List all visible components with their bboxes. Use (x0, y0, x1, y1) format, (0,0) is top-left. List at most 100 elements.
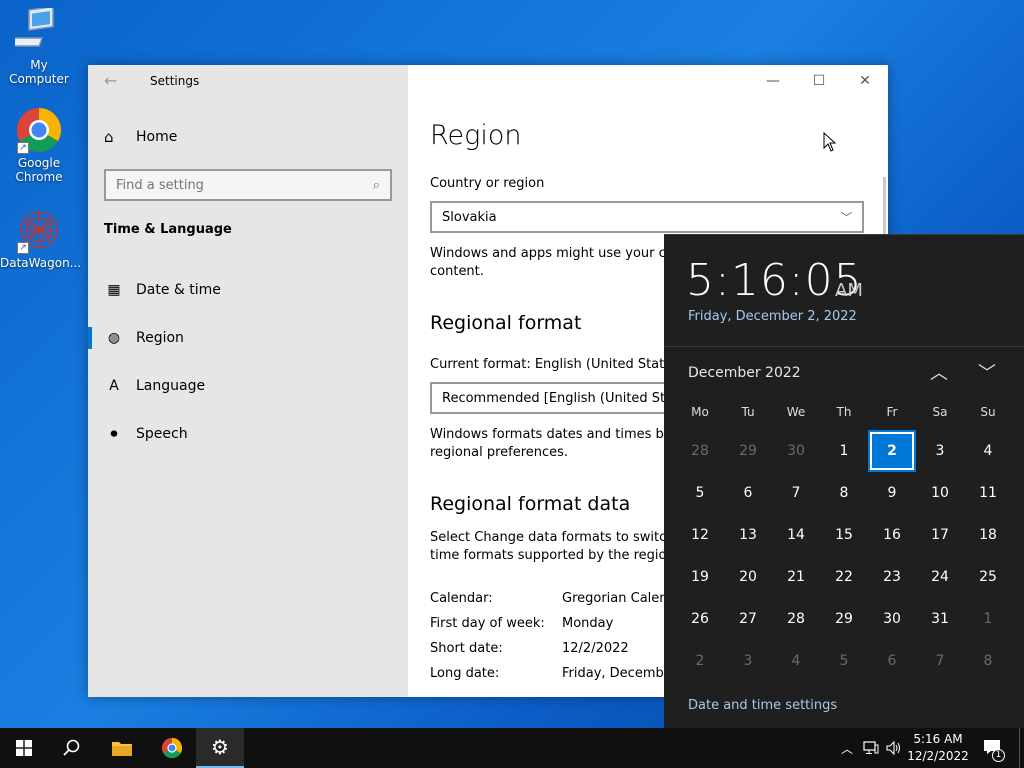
calendar-day[interactable]: 27 (724, 598, 772, 640)
taskbar-settings[interactable]: ⚙ (196, 728, 244, 768)
calendar-day[interactable]: 12 (676, 514, 724, 556)
start-icon (16, 740, 32, 756)
calendar-day[interactable]: 25 (964, 556, 1012, 598)
calendar-day[interactable]: 3 (724, 640, 772, 682)
calendar-day-number: 12 (691, 527, 709, 543)
calendar-day-grid: 28 29 30 1 2 3 4 5 6 7 8 9 10 11 12 13 14 15 16 17 18 19 20 21 2… (676, 430, 1012, 682)
calendar-day[interactable]: 19 (676, 556, 724, 598)
chevron-down-icon: ﹀ (841, 211, 852, 224)
calendar-day[interactable]: 11 (964, 472, 1012, 514)
calendar-day-number: 2 (695, 653, 705, 669)
calendar-day[interactable]: 14 (772, 514, 820, 556)
date-time-settings-link[interactable]: Date and time settings (688, 698, 837, 713)
calendar-day[interactable]: 28 (676, 430, 724, 472)
calendar-day-today[interactable]: 2 (868, 430, 916, 472)
calendar-day[interactable]: 2 (676, 640, 724, 682)
desktop-icon-datawagon[interactable]: ↗ DataWagon... (0, 206, 81, 270)
show-desktop-button[interactable] (1019, 728, 1020, 768)
calendar-day[interactable]: 18 (964, 514, 1012, 556)
sidebar-item-date-time[interactable]: ▦ Date & time (88, 270, 408, 310)
close-button[interactable]: ✕ (842, 65, 888, 97)
mouse-cursor-icon (823, 132, 837, 152)
calendar-day[interactable]: 30 (868, 598, 916, 640)
action-center-button[interactable]: 1 (978, 728, 1008, 768)
weekday-header: Fr (886, 405, 898, 419)
calendar-day[interactable]: 20 (724, 556, 772, 598)
calendar-day[interactable]: 28 (772, 598, 820, 640)
calendar-day[interactable]: 6 (868, 640, 916, 682)
settings-gear-icon: ⚙ (211, 735, 229, 759)
flyout-date-link[interactable]: Friday, December 2, 2022 (688, 309, 857, 324)
calendar-day[interactable]: 23 (868, 556, 916, 598)
file-explorer-icon (112, 742, 132, 756)
calendar-day[interactable]: 1 (820, 430, 868, 472)
taskbar-file-explorer[interactable] (98, 728, 146, 768)
calendar-day-number: 18 (979, 527, 997, 543)
chevron-down-icon[interactable]: ﹀ (978, 359, 996, 385)
format-row-short-date: Short date: 12/2/2022 (430, 641, 629, 656)
desktop-icon-chrome[interactable]: ↗ Google Chrome (0, 106, 78, 184)
calendar-day[interactable]: 24 (916, 556, 964, 598)
sidebar-home[interactable]: ⌂ Home (104, 128, 177, 146)
calendar-day[interactable]: 4 (772, 640, 820, 682)
sidebar-item-label: Region (136, 330, 184, 346)
window-title: Settings (150, 74, 200, 88)
calendar-day[interactable]: 6 (724, 472, 772, 514)
calendar-flyout: 5:16:05 AM Friday, December 2, 2022 Dece… (664, 234, 1024, 728)
calendar-day[interactable]: 1 (964, 598, 1012, 640)
calendar-day[interactable]: 31 (916, 598, 964, 640)
calendar-day[interactable]: 30 (772, 430, 820, 472)
calendar-day[interactable]: 21 (772, 556, 820, 598)
home-icon: ⌂ (104, 128, 114, 146)
format-value: Recommended [English (United Stat (442, 390, 679, 406)
calendar-day[interactable]: 3 (916, 430, 964, 472)
calendar-day[interactable]: 5 (676, 472, 724, 514)
maximize-button[interactable]: ☐ (796, 65, 842, 97)
calendar-day-number: 28 (787, 611, 805, 627)
sidebar-item-region[interactable]: ◍ Region (88, 318, 408, 358)
search-input[interactable] (116, 177, 373, 193)
calendar-day[interactable]: 16 (868, 514, 916, 556)
start-button[interactable] (0, 728, 48, 768)
volume-icon[interactable] (884, 728, 904, 768)
calendar-day[interactable]: 5 (820, 640, 868, 682)
calendar-day[interactable]: 17 (916, 514, 964, 556)
calendar-day[interactable]: 29 (820, 598, 868, 640)
calendar-day[interactable]: 13 (724, 514, 772, 556)
find-setting-search[interactable]: ⌕ (104, 169, 392, 201)
back-arrow-icon[interactable]: ← (104, 71, 117, 90)
calendar-day[interactable]: 7 (916, 640, 964, 682)
country-select[interactable]: Slovakia ﹀ (430, 201, 864, 233)
sidebar-item-language[interactable]: A Language (88, 366, 408, 406)
show-hidden-icons-button[interactable]: ︿ (838, 728, 856, 768)
format-data-heading: Regional format data (430, 493, 631, 515)
minimize-button[interactable]: — (750, 65, 796, 97)
calendar-day[interactable]: 7 (772, 472, 820, 514)
chrome-icon: ↗ (15, 106, 63, 154)
calendar-day[interactable]: 26 (676, 598, 724, 640)
calendar-day-number: 27 (739, 611, 757, 627)
calendar-day[interactable]: 8 (964, 640, 1012, 682)
calendar-day[interactable]: 4 (964, 430, 1012, 472)
calendar-day[interactable]: 29 (724, 430, 772, 472)
calendar-day-number: 31 (931, 611, 949, 627)
format-row-value: 12/2/2022 (562, 641, 629, 656)
taskbar-search-button[interactable] (48, 728, 96, 768)
settings-sidebar: ← Settings ⌂ Home ⌕ Time & Language ▦ Da… (88, 65, 408, 697)
sidebar-item-label: Date & time (136, 282, 221, 298)
taskbar-chrome[interactable] (148, 728, 196, 768)
calendar-day[interactable]: 10 (916, 472, 964, 514)
desktop-icon-my-computer[interactable]: My Computer (0, 5, 78, 86)
chevron-up-icon[interactable]: ︿ (930, 359, 948, 385)
calendar-day-number: 6 (743, 485, 753, 501)
calendar-month-label[interactable]: December 2022 (688, 365, 801, 381)
search-icon[interactable]: ⌕ (373, 178, 380, 193)
network-icon[interactable] (861, 728, 881, 768)
calendar-day[interactable]: 22 (820, 556, 868, 598)
sidebar-item-speech[interactable]: ⏺ Speech (88, 414, 408, 454)
taskbar-clock[interactable]: 5:16 AM 12/2/2022 (905, 731, 971, 765)
calendar-day-number: 30 (787, 443, 805, 459)
calendar-day[interactable]: 8 (820, 472, 868, 514)
calendar-day[interactable]: 15 (820, 514, 868, 556)
calendar-day[interactable]: 9 (868, 472, 916, 514)
